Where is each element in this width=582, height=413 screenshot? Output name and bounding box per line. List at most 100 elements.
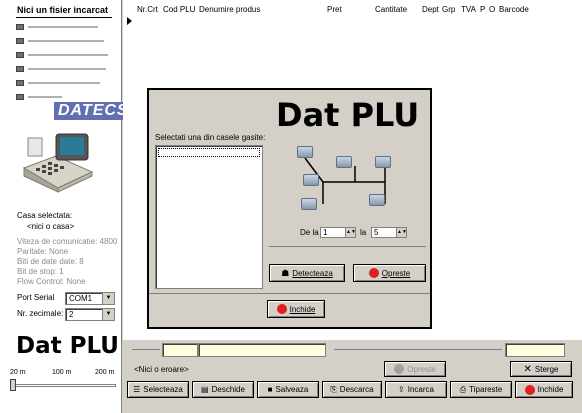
logo-bar-icon [16,66,24,72]
logo-line [28,68,106,70]
app-title: Dat PLU [16,333,119,359]
upload-icon: ⇪ [398,385,405,394]
field-3[interactable] [505,343,565,357]
upload-button[interactable]: ⇪ Incarca [385,381,447,398]
dialog-divider [149,293,430,294]
logo-bar-icon [16,94,24,100]
detect-button-label: Detecteaza [292,268,333,278]
range-to-spinner[interactable]: 5 ▲▼ [371,227,407,238]
save-label: Salveaza [275,385,309,394]
list-focus-item[interactable] [158,148,260,157]
col-cod-plu[interactable]: Cod PLU [163,5,195,14]
print-button[interactable]: ⎙ Tipareste [450,381,512,398]
col-tva[interactable]: TVA [461,5,476,14]
dat-plu-dialog: Dat PLU Selectati una din casele gasite:… [147,88,432,329]
logo-bar-icon [16,80,24,86]
stop-icon [368,268,379,278]
delete-label: Sterge [534,364,559,374]
col-pret[interactable]: Pret [327,5,342,14]
footer-stop-button[interactable]: Opreste [384,361,446,377]
field-1[interactable] [162,343,198,357]
close-button[interactable]: Inchide [515,381,573,398]
select-prompt: Selectati una din casele gasite: [155,133,266,142]
upload-label: Incarca [407,385,434,394]
open-icon: ▤ [201,385,209,394]
status-text: <Nici o eroare> [134,365,189,374]
logo-bar-icon [16,38,24,44]
zoom-slider-thumb[interactable] [10,379,16,391]
logo-bar-icon [16,52,24,58]
zoom-slider-track[interactable] [10,384,116,387]
spinner-arrows-icon[interactable]: ▲▼ [345,228,356,237]
col-o[interactable]: O [489,5,495,14]
delete-icon: ✕ [523,363,532,375]
logo-bar-icon [16,24,24,30]
decimals-value: 2 [69,310,74,319]
select-button[interactable]: ☰ Selecteaza [127,381,189,398]
logo-line [28,82,100,84]
progress-track [269,246,426,247]
cash-register-icon [22,133,94,193]
detect-icon: ☗ [281,267,290,278]
stop-icon [394,364,405,374]
select-icon: ☰ [133,385,141,394]
print-label: Tipareste [469,385,503,394]
register-node-icon [336,156,352,168]
range-from-label: De la [300,228,319,237]
comm-parity-text: Paritate: None [17,247,69,256]
dialog-close-button[interactable]: Inchide [267,300,325,318]
field-2[interactable] [198,343,326,357]
dialog-title: Dat PLU [276,96,420,134]
comm-databits-text: Biti de date date: 8 [17,257,84,266]
chevron-down-icon[interactable]: ▼ [102,293,114,304]
col-nr-crt[interactable]: Nr.Crt [137,5,158,14]
spinner-arrows-icon[interactable]: ▲▼ [396,228,407,237]
col-cantitate[interactable]: Cantitate [375,5,407,14]
dialog-close-label: Inchide [289,304,316,314]
close-label: Inchide [537,385,564,394]
download-label: Descarca [339,385,374,394]
decimals-select[interactable]: 2 ▼ [65,308,115,321]
chevron-down-icon[interactable]: ▼ [102,309,114,320]
open-label: Deschide [211,385,245,394]
delete-button[interactable]: ✕ Sterge [510,361,572,377]
port-serial-label: Port Serial [17,293,55,302]
decimals-label: Nr. zecimale: [17,309,64,318]
datecs-logo: DATECS [54,102,133,120]
divider-line [334,349,502,350]
stop-detect-label: Opreste [381,268,411,278]
register-node-icon [301,198,317,210]
port-serial-select[interactable]: COM1 ▼ [65,292,115,305]
col-barcode[interactable]: Barcode [499,5,529,14]
detect-button[interactable]: ☗ Detecteaza [269,264,345,282]
download-button[interactable]: ⎘ Descarca [322,381,382,398]
comm-stopbit-text: Bit de stop: 1 [17,267,64,276]
download-icon: ⎘ [330,384,337,394]
save-button[interactable]: ■ Salveaza [257,381,319,398]
register-node-icon [297,146,313,158]
sidebar: Nici un fisier incarcat DATECS Casa sele… [0,0,133,413]
logo-line [28,26,98,28]
comm-flow-text: Flow Control: None [17,277,86,286]
select-label: Selecteaza [143,385,183,394]
open-button[interactable]: ▤ Deschide [192,381,254,398]
col-denumire[interactable]: Denumire produs [199,5,260,14]
row-pointer-icon [127,17,132,25]
divider-line [132,349,160,350]
register-listbox[interactable] [155,145,263,289]
casa-selectata-label: Casa selectata: [17,211,73,220]
logo-line [28,96,62,98]
range-from-spinner[interactable]: 1 ▲▼ [320,227,356,238]
save-icon: ■ [267,385,273,394]
register-node-icon [375,156,391,168]
col-dept[interactable]: Dept [422,5,439,14]
register-node-icon [369,194,385,206]
title-underline [16,17,112,18]
col-grp[interactable]: Grp [442,5,455,14]
comm-speed-text: Viteza de comunicatie: 4800 [17,237,118,246]
stop-detect-button[interactable]: Opreste [353,264,426,282]
register-node-icon [303,174,319,186]
col-p[interactable]: P [480,5,485,14]
range-to-label: la [360,228,367,237]
logo-line [28,40,104,42]
